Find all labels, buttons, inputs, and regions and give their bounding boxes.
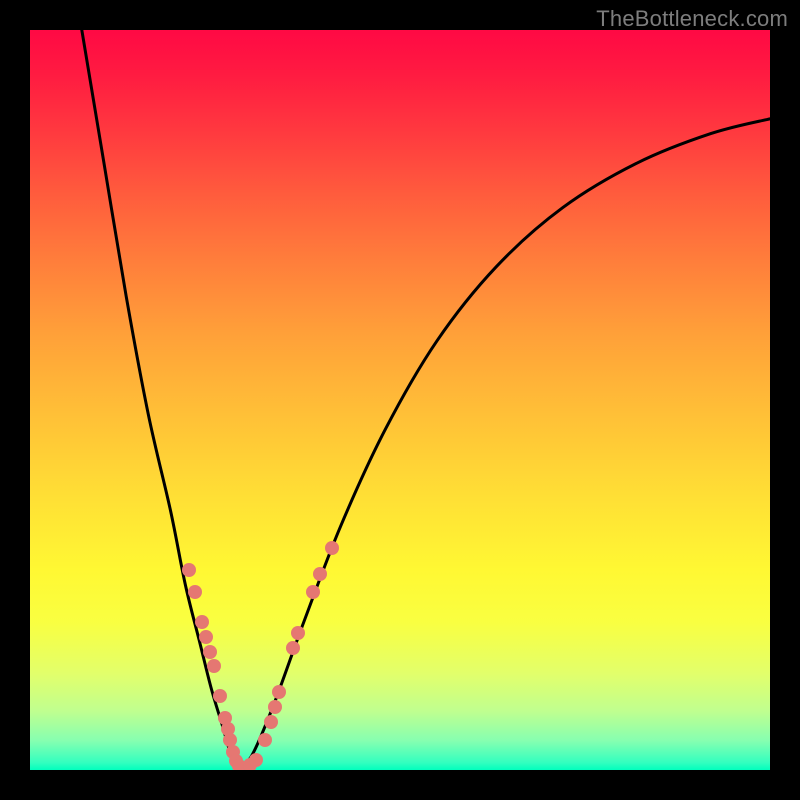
- sample-dot: [325, 541, 339, 555]
- sample-dot: [249, 753, 263, 767]
- curves-svg: [30, 30, 770, 770]
- sample-dot: [313, 567, 327, 581]
- frame-bottom: [0, 770, 800, 800]
- sample-dot: [207, 659, 221, 673]
- watermark-text: TheBottleneck.com: [596, 6, 788, 32]
- frame-right: [770, 0, 800, 800]
- curve-right-branch: [237, 119, 770, 770]
- sample-dot: [268, 700, 282, 714]
- chart-plot-area: [30, 30, 770, 770]
- frame-left: [0, 0, 30, 800]
- sample-dot: [199, 630, 213, 644]
- sample-dot: [291, 626, 305, 640]
- sample-dot: [203, 645, 217, 659]
